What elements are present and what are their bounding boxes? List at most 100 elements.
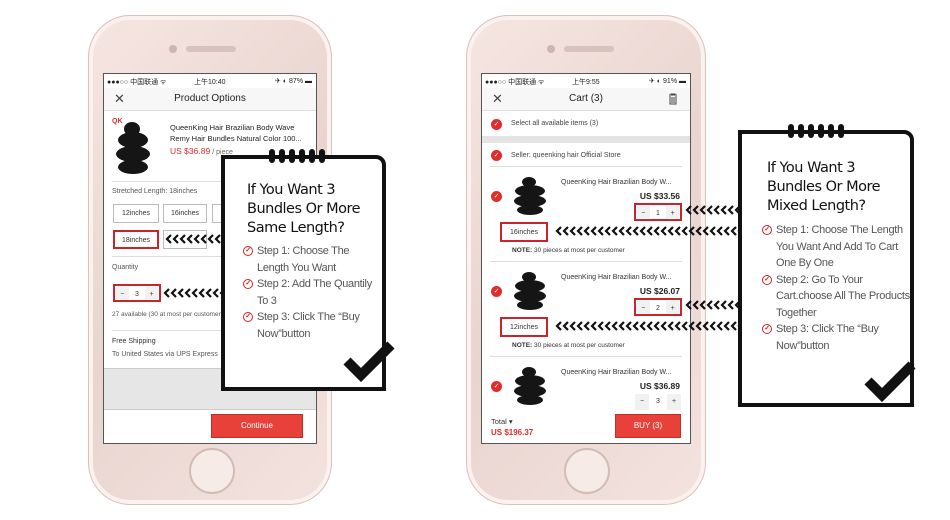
item-length: 12inches (500, 317, 548, 337)
item-price: US $33.56 (639, 191, 680, 201)
select-all-label: Select all available items (3) (511, 120, 599, 127)
note-text: 30 pieces at most per customer (532, 247, 625, 254)
step-text: Step 3: Click The “Buy Now”button (257, 311, 360, 340)
status-bar: ●●●○○ 中国联通 ᯤ 上午10:40 ✈ ◐ 87% ▬ (104, 74, 316, 88)
note-title: If You Want 3 Bundles Or More Mixed Leng… (767, 160, 881, 214)
home-button[interactable] (189, 448, 235, 494)
quantity-value[interactable]: 3 (651, 394, 665, 410)
carrier: ●●●○○ 中国联通 ᯤ (107, 79, 167, 86)
shipping-title: Free Shipping (112, 338, 156, 345)
item-title[interactable]: QueenKing Hair Brazilian Body W... (561, 179, 672, 186)
arrow-to-qty-1 (685, 205, 739, 215)
minus-button[interactable]: − (116, 287, 129, 299)
availability-text: 27 available (30 at most per customer) (112, 311, 223, 318)
item-title[interactable]: QueenKing Hair Brazilian Body W... (561, 369, 672, 376)
length-option-18[interactable]: 18inches (113, 230, 159, 249)
total-label[interactable]: Total ▾ (491, 417, 513, 426)
camera (547, 45, 555, 53)
continue-button[interactable]: Continue (211, 414, 303, 438)
minus-button[interactable]: − (637, 206, 650, 218)
product-title: QueenKing Hair Brazilian Body Wave (170, 123, 295, 132)
quantity-value[interactable]: 1 (651, 206, 665, 218)
arrow-to-qty-2 (685, 300, 739, 310)
select-all-checkbox[interactable]: ✓ (491, 119, 502, 130)
notebook-rings (269, 149, 325, 163)
shipping-detail: To United States via UPS Express (112, 351, 218, 358)
plus-button[interactable]: + (667, 394, 681, 410)
item-length: 16inches (500, 222, 548, 242)
plus-button[interactable]: + (145, 287, 159, 299)
quantity-value[interactable]: 3 (130, 287, 144, 299)
note-title: If You Want 3 Bundles Or More Same Lengt… (247, 182, 361, 236)
product-image (512, 367, 548, 407)
header: ✕ Product Options (104, 88, 316, 111)
step-1: ✓ Step 1: Choose The Length You Want (243, 243, 383, 276)
product-image (512, 177, 548, 217)
seller-checkbox[interactable]: ✓ (491, 150, 502, 161)
step-text: Step 2: Go To Your Cart.choose All The P… (776, 273, 910, 319)
quantity-value[interactable]: 2 (651, 301, 665, 313)
step-3: ✓ Step 3: Click The “Buy Now”button (243, 309, 383, 342)
step-2: ✓ Step 2: Go To Your Cart.choose All The … (762, 272, 912, 322)
step-2: ✓ Step 2: Add The Quantily To 3 (243, 276, 383, 309)
note-label: NOTE: (512, 247, 533, 254)
check-circle-icon: ✓ (243, 279, 253, 289)
trash-icon[interactable] (668, 93, 678, 105)
clock: 上午10:40 (194, 79, 226, 86)
step-1: ✓ Step 1: Choose The Length You Want And … (762, 222, 912, 272)
home-button[interactable] (564, 448, 610, 494)
speaker (186, 46, 236, 52)
total-value: US $196.37 (491, 428, 534, 437)
logo: QK (112, 118, 123, 125)
item-checkbox[interactable]: ✓ (491, 381, 502, 392)
product-price: US $36.89 (170, 146, 211, 156)
check-circle-icon: ✓ (243, 312, 253, 322)
step-text: Step 1: Choose The Length You Want (257, 245, 350, 274)
product-title-2: Remy Hair Bundles Natural Color 100... (170, 134, 302, 143)
quantity-stepper[interactable]: −1 + (634, 203, 682, 221)
item-checkbox[interactable]: ✓ (491, 191, 502, 202)
plus-button[interactable]: + (666, 301, 680, 313)
item-checkbox[interactable]: ✓ (491, 286, 502, 297)
step-text: Step 2: Add The Quantily To 3 (257, 278, 372, 307)
arrow-to-length-1 (555, 226, 739, 236)
item-title[interactable]: QueenKing Hair Brazilian Body W... (561, 274, 672, 281)
carrier: ●●●○○ 中国联通 ᯤ (485, 79, 545, 86)
notebook-rings (788, 124, 844, 138)
arrow-to-length-2 (555, 321, 739, 331)
note-text: 30 pieces at most per customer (532, 342, 625, 349)
length-label: Stretched Length: 18inches (112, 188, 198, 195)
checkmark-icon (864, 361, 916, 403)
step-3: ✓ Step 3: Click The “Buy Now”button (762, 321, 912, 354)
quantity-stepper[interactable]: −2 + (634, 298, 682, 316)
note-card-mixed-length: If You Want 3 Bundles Or More Mixed Leng… (738, 124, 916, 407)
seller-name: Seller: queenking hair Official Store (511, 152, 621, 159)
length-option-12[interactable]: 12inches (113, 204, 159, 223)
right-screen: ●●●○○ 中国联通 ᯤ 上午9:55 ✈ ◐ 91% ▬ ✕ Cart (3)… (481, 73, 691, 444)
minus-button[interactable]: − (637, 301, 650, 313)
item-price: US $36.89 (639, 381, 680, 391)
check-circle-icon: ✓ (762, 324, 772, 334)
check-circle-icon: ✓ (762, 274, 772, 285)
minus-button[interactable]: − (635, 394, 649, 410)
check-circle-icon: ✓ (243, 246, 253, 256)
length-option-16[interactable]: 16inches (163, 204, 207, 223)
status-bar: ●●●○○ 中国联通 ᯤ 上午9:55 ✈ ◐ 91% ▬ (482, 74, 690, 88)
note-label: NOTE: (512, 342, 533, 349)
product-image (512, 272, 548, 312)
buy-button[interactable]: BUY (3) (615, 414, 681, 438)
camera (169, 45, 177, 53)
header: ✕ Cart (3) (482, 88, 690, 111)
quantity-label: Quantity (112, 264, 139, 271)
item-price: US $26.07 (639, 286, 680, 296)
note-card-same-length: If You Want 3 Bundles Or More Same Lengt… (221, 149, 395, 391)
page-title: Product Options (174, 93, 246, 104)
step-text: Step 1: Choose The Length You Want And A… (776, 224, 903, 269)
speaker (564, 46, 614, 52)
arrow-to-quantity (163, 288, 221, 298)
quantity-stepper[interactable]: − 3 + (113, 284, 161, 302)
battery: ✈ ◐ 87% ▬ (275, 78, 312, 85)
clock: 上午9:55 (572, 79, 600, 86)
quantity-stepper[interactable]: −3 + (634, 393, 682, 411)
plus-button[interactable]: + (666, 206, 680, 218)
